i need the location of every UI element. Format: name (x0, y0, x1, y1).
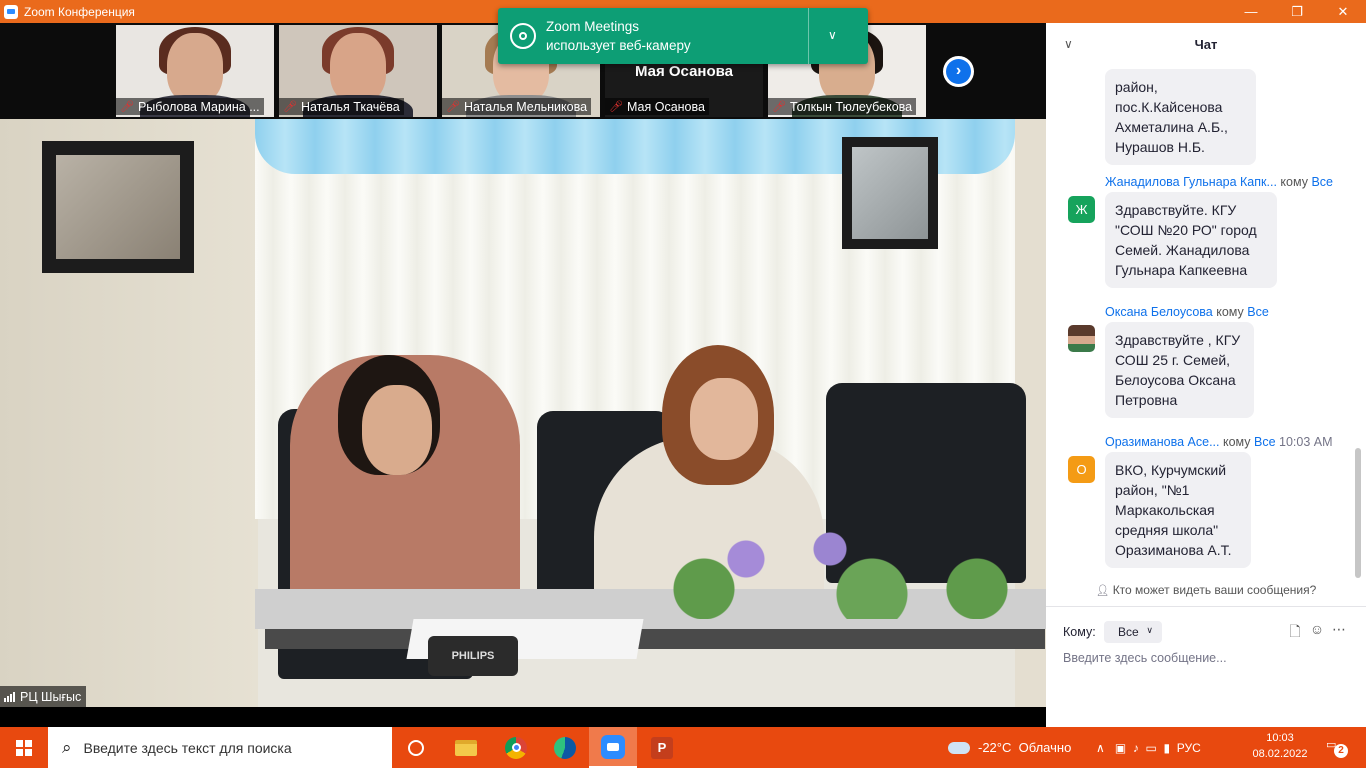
weather-widget[interactable]: -22°C Облачно (948, 727, 1071, 768)
search-placeholder: Введите здесь текст для поиска (83, 739, 292, 756)
maximize-icon[interactable]: ❐ (1274, 0, 1320, 23)
webcam-notification[interactable]: Zoom Meetings использует веб-камеру ∨ (498, 8, 868, 64)
notification-title: Zoom Meetings (546, 19, 640, 34)
zoom-app-icon (4, 4, 18, 19)
windows-icon (16, 739, 32, 756)
main-video: PHILIPS РЦ Шығыс (0, 119, 1046, 707)
chevron-down-icon: ∨ (1146, 625, 1153, 635)
microphone-base: PHILIPS (428, 636, 518, 676)
weather-temp: -22°C (978, 740, 1012, 755)
chevron-down-icon[interactable]: ∨ (828, 28, 837, 42)
table-edge (265, 629, 1045, 649)
chat-scrollbar[interactable] (1355, 448, 1361, 578)
powerpoint-icon[interactable]: P (638, 727, 686, 768)
chat-header: ∨ Чат (1046, 23, 1366, 67)
speaker-name: РЦ Шығыс (20, 689, 82, 704)
participant-tile[interactable]: 🎤︎ Наталья Ткачёва (279, 25, 437, 117)
participant-no-video-name: Мая Осанова (634, 63, 734, 80)
gallery-next-button[interactable]: › (943, 56, 974, 87)
chat-message-header: Оразиманова Асе... кому Все 10:03 AM (1105, 435, 1333, 449)
clock-date: 08.02.2022 (1252, 748, 1308, 760)
chat-message-header: Оксана Белоусова кому Все (1105, 305, 1269, 319)
participant-name: 🎤︎ Толкын Тюлеубекова (768, 98, 917, 115)
message-recipient[interactable]: Все (1311, 175, 1333, 189)
message-sender[interactable]: Жанадилова Гульнара Капк... (1105, 175, 1277, 189)
mic-muted-icon: 🎤︎ (772, 101, 786, 113)
mic-muted-icon: 🎤︎ (283, 101, 297, 113)
avatar: О (1068, 456, 1095, 483)
signal-bars-icon (4, 691, 15, 702)
battery-icon[interactable]: ▮ (1164, 741, 1171, 755)
chat-title: Чат (1194, 37, 1218, 52)
system-tray: ∧ ▣ ♪ ▭ ▮ РУС (1096, 727, 1201, 768)
mic-muted-icon: 🎤︎ (120, 101, 134, 113)
chat-message: Здравствуйте , КГУ СОШ 25 г. Семей, Бело… (1105, 322, 1254, 418)
person-left-face (362, 385, 432, 475)
person-icon: 👤︎ (1095, 585, 1110, 597)
taskbar: ⌕ Введите здесь текст для поиска P -22°C… (0, 727, 1366, 768)
cloud-icon (948, 741, 970, 754)
chat-message-header: Жанадилова Гульнара Капк... кому Все (1105, 175, 1333, 189)
message-recipient[interactable]: Все (1247, 305, 1269, 319)
start-button[interactable] (0, 727, 48, 768)
participant-name: 🎤︎ Рыболова Марина ... (116, 98, 264, 115)
file-explorer-icon[interactable] (442, 727, 490, 768)
participant-name: 🎤︎ Наталья Мельникова (442, 98, 592, 115)
volume-icon[interactable]: ♪ (1133, 741, 1139, 755)
message-recipient[interactable]: Все (1254, 435, 1276, 449)
message-sender[interactable]: Оксана Белоусова (1105, 305, 1213, 319)
participant-name: 🎤︎ Мая Осанова (605, 98, 709, 115)
recipient-label: Кому: (1063, 625, 1096, 639)
wall-picture (42, 141, 194, 273)
message-to-label: кому (1216, 305, 1244, 319)
who-can-see-link[interactable]: 👤︎ Кто может видеть ваши сообщения? (1046, 583, 1366, 603)
chevron-up-icon[interactable]: ∧ (1096, 741, 1105, 755)
chevron-right-icon: › (946, 59, 971, 84)
wall-picture (842, 137, 938, 249)
chrome-icon[interactable] (492, 727, 540, 768)
zoom-icon[interactable] (589, 727, 637, 768)
flowers (620, 519, 1040, 619)
taskbar-search[interactable]: ⌕ Введите здесь текст для поиска (48, 727, 392, 768)
language-indicator[interactable]: РУС (1177, 741, 1201, 755)
notification-count: 2 (1334, 744, 1348, 758)
device-icon[interactable]: ▣ (1115, 741, 1126, 755)
recipient-select[interactable]: Все ∨ (1104, 621, 1162, 643)
file-icon[interactable]: 🗋︎ (1285, 621, 1305, 641)
chat-message: ВКО, Курчумский район, "№1 Маркакольская… (1105, 452, 1251, 568)
message-sender[interactable]: Оразиманова Асе... (1105, 435, 1219, 449)
search-icon: ⌕ (62, 737, 72, 757)
avatar: Ж (1068, 196, 1095, 223)
chat-message: район, пос.К.Кайсенова Ахметалина А.Б., … (1105, 69, 1256, 165)
clock[interactable]: 10:03 08.02.2022 (1250, 730, 1310, 762)
minimize-icon[interactable]: — (1228, 0, 1274, 23)
close-icon[interactable]: ✕ (1320, 0, 1366, 23)
mic-muted-icon: 🎤︎ (446, 101, 460, 113)
message-to-label: кому (1280, 175, 1308, 189)
clock-time: 10:03 (1266, 732, 1294, 744)
speaker-label: РЦ Шығыс (0, 686, 87, 707)
message-input[interactable]: Введите здесь сообщение... (1063, 651, 1227, 665)
participant-name: 🎤︎ Наталья Ткачёва (279, 98, 404, 115)
chat-messages[interactable]: район, пос.К.Кайсенова Ахметалина А.Б., … (1046, 67, 1366, 607)
cortana-icon[interactable] (392, 727, 440, 768)
emoji-icon[interactable]: ☺︎ (1307, 621, 1327, 641)
webcam-icon (510, 23, 536, 49)
notification-center-icon[interactable]: ▭ 2 (1326, 738, 1348, 758)
notification-text: использует веб-камеру (546, 38, 691, 53)
edge-icon[interactable] (541, 727, 589, 768)
window-title: Zoom Конференция (24, 4, 135, 19)
network-icon[interactable]: ▭ (1146, 741, 1157, 755)
message-to-label: кому (1222, 435, 1251, 449)
chat-message: Здравствуйте. КГУ "СОШ №20 РО" город Сем… (1105, 192, 1277, 288)
weather-condition: Облачно (1018, 740, 1072, 755)
person-right-face (690, 378, 758, 460)
mic-muted-icon: 🎤︎ (609, 101, 623, 113)
message-time: 10:03 AM (1279, 435, 1333, 449)
recipient-row: Кому: Все ∨ 🗋︎ ☺︎ ⋯ (1063, 621, 1353, 645)
avatar (1068, 325, 1095, 352)
participant-tile[interactable]: 🎤︎ Рыболова Марина ... (116, 25, 274, 117)
more-icon[interactable]: ⋯ (1329, 621, 1349, 641)
chat-panel: ∨ Чат район, пос.К.Кайсенова Ахметалина … (1046, 23, 1366, 727)
